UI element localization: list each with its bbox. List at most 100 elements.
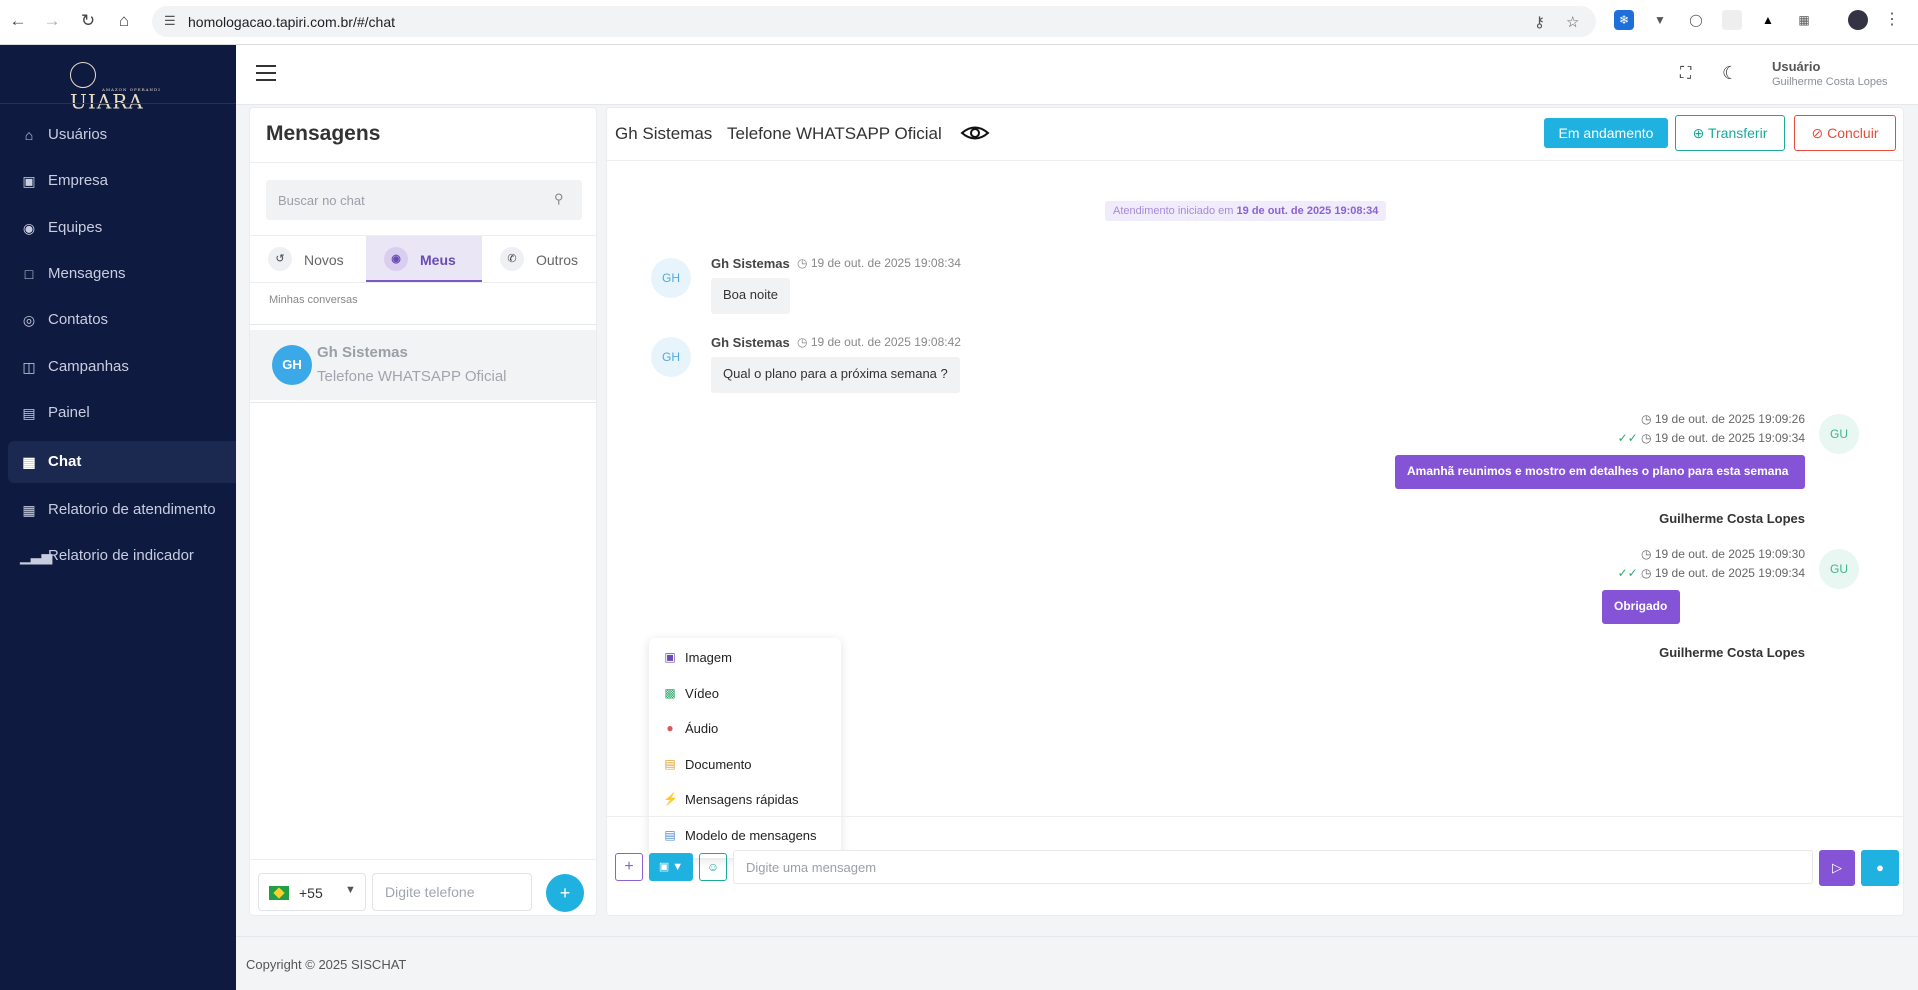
message-time: ◷ 19 de out. de 2025 19:08:34 [797, 256, 961, 270]
menu-item-imagem[interactable]: ▣ Imagem [649, 642, 841, 672]
chat-channel-name: Telefone WHATSAPP Oficial [727, 124, 942, 143]
message-author: Gh Sistemas [711, 256, 790, 271]
avatar: GH [651, 337, 691, 377]
puzzle-icon[interactable]: ▦ [1794, 10, 1814, 30]
address-bar[interactable]: ☰ homologacao.tapiri.com.br/#/chat ⚷ ☆ [152, 6, 1596, 37]
sidebar-item-usuarios[interactable]: ⌂ Usuários [8, 114, 236, 156]
section-label: Minhas conversas [269, 294, 358, 306]
divider [250, 282, 596, 283]
extension-icon[interactable]: ❄ [1614, 10, 1634, 30]
conversation-name: Gh Sistemas [317, 344, 408, 361]
sidebar-item-chat[interactable]: ▦ Chat [8, 441, 236, 483]
phone-input[interactable] [372, 873, 532, 911]
message-input[interactable] [733, 850, 1813, 884]
back-icon[interactable]: ← [8, 10, 28, 32]
sidebar-item-equipes[interactable]: ◉ Equipes [8, 207, 236, 249]
home-icon[interactable]: ⌂ [114, 10, 134, 32]
sidebar-item-mensagens[interactable]: □ Mensagens [8, 253, 236, 295]
sidebar: UIARA AMAZON OPERANDI ⌂ Usuários ▣ Empre… [0, 45, 236, 990]
tab-novos[interactable]: ↺ Novos [250, 236, 366, 282]
chevron-down-icon: ▼ [345, 884, 356, 896]
sidebar-item-contatos[interactable]: ◎ Contatos [8, 299, 236, 341]
message-time-text: 19 de out. de 2025 19:09:34 [1654, 566, 1805, 580]
divider [607, 160, 1903, 161]
microphone-button[interactable]: ● [1861, 850, 1899, 886]
sidebar-item-relatorio-atendimento[interactable]: ▦ Relatorio de atendimento [8, 489, 236, 531]
fullscreen-icon[interactable]: ⛶ [1680, 65, 1691, 83]
top-header: ⛶ ☾ Usuário Guilherme Costa Lopes [236, 45, 1918, 105]
emoji-icon[interactable]: ☺ [699, 853, 727, 881]
attachment-menu: ▣ Imagem ▩ Vídeo ● Áudio ▤ Documento ⚡ M… [649, 638, 841, 858]
browser-menu-icon[interactable]: ⋮ [1882, 10, 1902, 30]
sidebar-item-label: Relatorio de atendimento [48, 501, 216, 518]
tab-label: Meus [420, 252, 456, 268]
logo: UIARA AMAZON OPERANDI [70, 61, 170, 113]
search-icon[interactable]: ⚲ [554, 191, 564, 207]
menu-toggle-icon[interactable] [256, 65, 276, 81]
message-author: Gh Sistemas [711, 335, 790, 350]
message-time-text: 19 de out. de 2025 19:09:26 [1654, 412, 1805, 426]
reload-icon[interactable]: ↻ [78, 10, 98, 32]
message-bubble: Obrigado [1602, 590, 1680, 624]
message-sent-time: ◷ 19 de out. de 2025 19:09:26 [1641, 412, 1805, 426]
copyright-text: Copyright © 2025 SISCHAT [246, 957, 407, 972]
logo-mark [70, 61, 96, 88]
new-conversation-button[interactable]: + [546, 874, 584, 912]
sidebar-item-campanhas[interactable]: ◫ Campanhas [8, 346, 236, 388]
site-info-icon[interactable]: ☰ [164, 13, 176, 29]
messages-panel: Mensagens ⚲ ↺ Novos ◉ Meus ✆ Outros Minh… [249, 107, 597, 916]
sidebar-item-painel[interactable]: ▤ Painel [8, 392, 236, 434]
menu-item-documento[interactable]: ▤ Documento [649, 749, 841, 779]
country-code-select[interactable]: +55 ▼ [258, 873, 366, 911]
extension-icon[interactable]: ▲ [1758, 10, 1778, 30]
image-icon: ▣ [664, 650, 676, 664]
extension-icon[interactable] [1722, 10, 1742, 30]
extension-icon[interactable]: ◯ [1686, 10, 1706, 30]
message-read-time: ✓✓ ◷ 19 de out. de 2025 19:09:34 [1617, 566, 1805, 580]
brazil-flag-icon [269, 886, 289, 900]
document-icon: ▤ [664, 757, 676, 771]
menu-item-label: Modelo de mensagens [685, 828, 817, 843]
menu-item-video[interactable]: ▩ Vídeo [649, 678, 841, 708]
forward-icon[interactable]: → [42, 10, 62, 32]
transfer-button[interactable]: ⊕ Transferir [1675, 115, 1785, 151]
eye-icon[interactable] [960, 122, 990, 144]
user-name[interactable]: Guilherme Costa Lopes [1772, 76, 1888, 88]
conversation-item[interactable]: GH Gh Sistemas Telefone WHATSAPP Oficial [250, 330, 596, 400]
extension-icon[interactable]: ▼ [1650, 10, 1670, 30]
status-button[interactable]: Em andamento [1544, 118, 1668, 148]
message-time-text: 19 de out. de 2025 19:08:34 [810, 256, 961, 270]
url-text[interactable]: homologacao.tapiri.com.br/#/chat [188, 14, 395, 30]
password-key-icon[interactable]: ⚷ [1534, 13, 1545, 31]
message-time-text: 19 de out. de 2025 19:08:42 [810, 335, 961, 349]
sidebar-item-relatorio-indicador[interactable]: ▁▃▅ Relatorio de indicador [8, 535, 236, 577]
search-input[interactable] [266, 180, 582, 220]
send-button[interactable]: ▷ [1819, 850, 1855, 886]
menu-item-audio[interactable]: ● Áudio [649, 713, 841, 743]
message-bubble: Qual o plano para a próxima semana ? [711, 357, 960, 393]
profile-avatar[interactable] [1848, 10, 1868, 30]
tab-meus[interactable]: ◉ Meus [366, 236, 482, 282]
bookmark-star-icon[interactable]: ☆ [1566, 13, 1579, 31]
attach-button[interactable]: ▣ ▼ [649, 853, 693, 881]
dark-mode-icon[interactable]: ☾ [1722, 63, 1738, 84]
add-button[interactable]: + [615, 853, 643, 881]
sidebar-item-label: Usuários [48, 126, 108, 143]
logo-text: UIARA [70, 89, 144, 113]
tab-outros[interactable]: ✆ Outros [482, 236, 598, 282]
logo-subtitle: AMAZON OPERANDI [102, 87, 161, 92]
message-author: Guilherme Costa Lopes [1659, 645, 1805, 660]
microphone-icon: ● [666, 721, 674, 735]
sidebar-item-label: Chat [48, 453, 82, 470]
transfer-label: Transferir [1707, 125, 1768, 141]
sidebar-item-label: Relatorio de indicador [48, 547, 194, 564]
menu-item-modelo-mensagens[interactable]: ▤ Modelo de mensagens [649, 820, 841, 850]
sidebar-item-label: Contatos [48, 311, 109, 328]
conclude-button[interactable]: ⊘ Concluir [1794, 115, 1896, 151]
menu-item-label: Vídeo [685, 686, 719, 701]
started-at: 19 de out. de 2025 19:08:34 [1236, 205, 1379, 217]
user-role[interactable]: Usuário [1772, 59, 1820, 74]
sidebar-item-empresa[interactable]: ▣ Empresa [8, 160, 236, 202]
menu-item-mensagens-rapidas[interactable]: ⚡ Mensagens rápidas [649, 784, 841, 814]
divider [607, 816, 1903, 817]
